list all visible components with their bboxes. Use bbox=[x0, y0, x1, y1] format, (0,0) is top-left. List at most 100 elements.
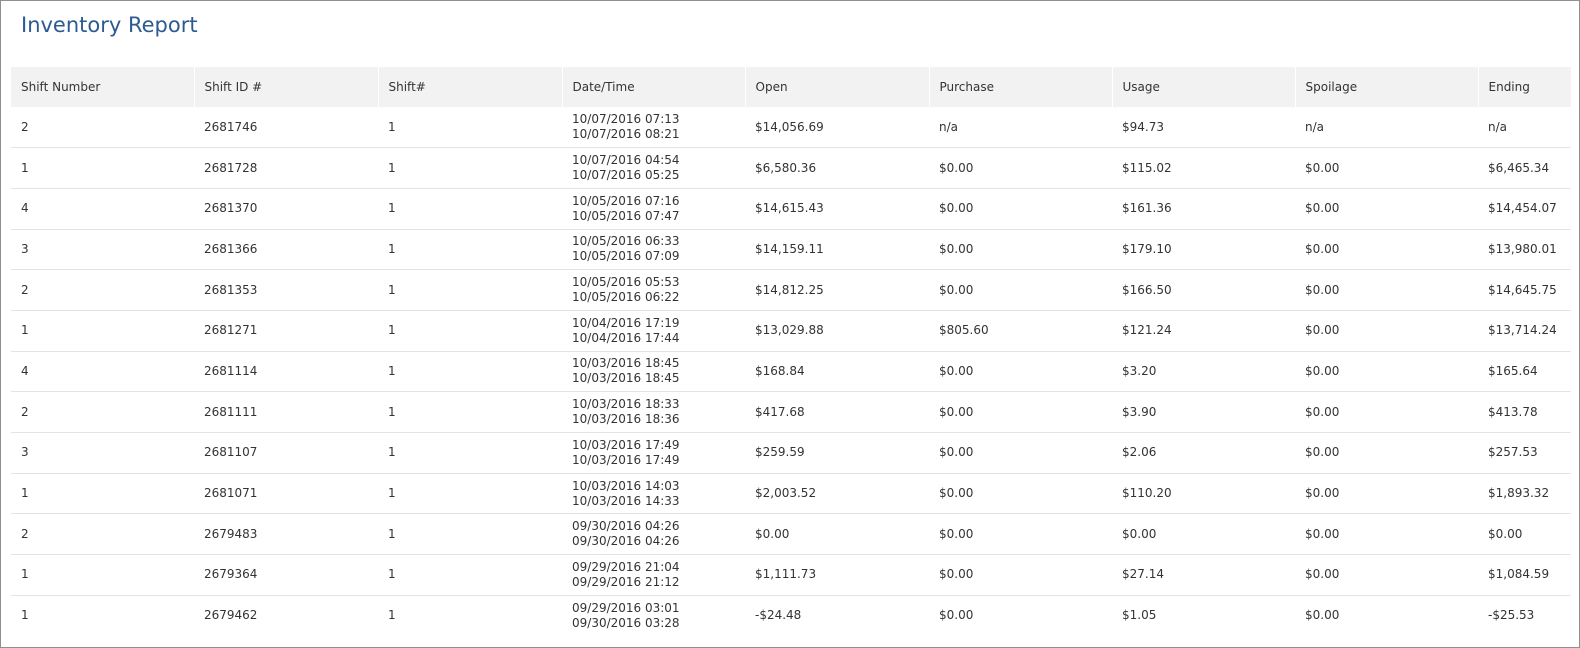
shift-id-cell: 2679483 bbox=[204, 526, 258, 541]
start-time: 10/05/2016 07:16 bbox=[572, 193, 680, 208]
open-cell: $259.59 bbox=[755, 445, 805, 460]
column-header-date-time[interactable]: Date/Time bbox=[562, 67, 746, 107]
table-row[interactable]: 2 2681353 1 10/05/2016 05:53 10/05/2016 06:2… bbox=[11, 270, 1571, 311]
usage-cell: $1.05 bbox=[1122, 608, 1157, 623]
ending-cell: -$25.53 bbox=[1488, 608, 1535, 623]
shift-cell: 1 bbox=[388, 160, 396, 175]
end-time: 09/29/2016 21:12 bbox=[572, 574, 680, 589]
table-row[interactable]: 4 2681114 1 10/03/2016 18:45 10/03/2016 18:4… bbox=[11, 351, 1571, 392]
date-time-cell: 10/05/2016 06:33 10/05/2016 07:09 bbox=[562, 229, 745, 270]
open-cell: $14,615.43 bbox=[755, 201, 824, 216]
shift-number-cell: 3 bbox=[21, 445, 29, 460]
usage-cell: $121.24 bbox=[1122, 323, 1172, 338]
usage-cell: $115.02 bbox=[1122, 160, 1172, 175]
ending-cell: $257.53 bbox=[1488, 445, 1538, 460]
date-time-cell: 10/03/2016 18:45 10/03/2016 18:45 bbox=[562, 351, 745, 392]
date-time-cell: 10/05/2016 05:53 10/05/2016 06:22 bbox=[562, 270, 745, 311]
ending-cell: $13,980.01 bbox=[1488, 241, 1557, 256]
date-time-cell: 09/30/2016 04:26 09/30/2016 04:26 bbox=[562, 514, 745, 555]
shift-id-cell: 2681746 bbox=[204, 119, 258, 134]
shift-cell: 1 bbox=[388, 363, 396, 378]
table-row[interactable]: 2 2679483 1 09/30/2016 04:26 09/30/2016 04:2… bbox=[11, 514, 1571, 555]
column-header-shift-number[interactable]: Shift Number bbox=[11, 67, 195, 107]
shift-cell: 1 bbox=[388, 282, 396, 297]
shift-cell: 1 bbox=[388, 445, 396, 460]
usage-cell: $166.50 bbox=[1122, 282, 1172, 297]
shift-cell: 1 bbox=[388, 323, 396, 338]
start-time: 10/07/2016 07:13 bbox=[572, 112, 680, 127]
spoilage-cell: $0.00 bbox=[1305, 486, 1340, 501]
end-time: 10/03/2016 17:49 bbox=[572, 452, 680, 467]
spoilage-cell: $0.00 bbox=[1305, 160, 1340, 175]
table-row[interactable]: 1 2679364 1 09/29/2016 21:04 09/29/2016 21:1… bbox=[11, 555, 1571, 596]
column-header-spoilage[interactable]: Spoilage bbox=[1295, 67, 1479, 107]
end-time: 10/04/2016 17:44 bbox=[572, 330, 680, 345]
start-time: 10/07/2016 04:54 bbox=[572, 153, 680, 168]
column-header-usage[interactable]: Usage bbox=[1112, 67, 1296, 107]
ending-cell: $6,465.34 bbox=[1488, 160, 1550, 175]
shift-number-cell: 3 bbox=[21, 241, 29, 256]
start-time: 09/30/2016 04:26 bbox=[572, 519, 680, 534]
spoilage-cell: $0.00 bbox=[1305, 201, 1340, 216]
end-time: 10/03/2016 18:45 bbox=[572, 371, 680, 386]
purchase-cell: $0.00 bbox=[939, 445, 974, 460]
start-time: 10/04/2016 17:19 bbox=[572, 315, 680, 330]
start-time: 10/03/2016 18:45 bbox=[572, 356, 680, 371]
spoilage-cell: $0.00 bbox=[1305, 445, 1340, 460]
purchase-cell: $0.00 bbox=[939, 363, 974, 378]
column-header-purchase[interactable]: Purchase bbox=[929, 67, 1113, 107]
usage-cell: $110.20 bbox=[1122, 486, 1172, 501]
table-row[interactable]: 3 2681366 1 10/05/2016 06:33 10/05/2016 07:0… bbox=[11, 229, 1571, 270]
purchase-cell: $0.00 bbox=[939, 201, 974, 216]
table-row[interactable]: 3 2681107 1 10/03/2016 17:49 10/03/2016 17:4… bbox=[11, 433, 1571, 474]
end-time: 09/30/2016 04:26 bbox=[572, 534, 680, 549]
open-cell: $0.00 bbox=[755, 526, 790, 541]
column-header-shift-id[interactable]: Shift ID # bbox=[194, 67, 379, 107]
table-header-row: Shift Number Shift ID # Shift# Date/Time Ope… bbox=[11, 67, 1572, 107]
shift-number-cell: 2 bbox=[21, 404, 29, 419]
column-header-ending[interactable]: Ending bbox=[1478, 67, 1572, 107]
table-row[interactable]: 2 2681746 1 10/07/2016 07:13 10/07/2016 08:2… bbox=[11, 107, 1571, 148]
shift-id-cell: 2679364 bbox=[204, 567, 258, 582]
shift-number-cell: 2 bbox=[21, 119, 29, 134]
open-cell: $14,159.11 bbox=[755, 241, 824, 256]
usage-cell: $3.20 bbox=[1122, 363, 1157, 378]
date-time-cell: 10/05/2016 07:16 10/05/2016 07:47 bbox=[562, 188, 745, 229]
open-cell: $417.68 bbox=[755, 404, 805, 419]
shift-cell: 1 bbox=[388, 241, 396, 256]
usage-cell: $179.10 bbox=[1122, 241, 1172, 256]
ending-cell: $413.78 bbox=[1488, 404, 1538, 419]
spoilage-cell: n/a bbox=[1305, 119, 1325, 134]
start-time: 10/03/2016 17:49 bbox=[572, 437, 680, 452]
open-cell: $14,812.25 bbox=[755, 282, 824, 297]
spoilage-cell: $0.00 bbox=[1305, 608, 1340, 623]
usage-cell: $27.14 bbox=[1122, 567, 1164, 582]
date-time-cell: 10/03/2016 17:49 10/03/2016 17:49 bbox=[562, 433, 745, 474]
spoilage-cell: $0.00 bbox=[1305, 282, 1340, 297]
end-time: 10/07/2016 08:21 bbox=[572, 127, 680, 142]
column-header-shift[interactable]: Shift# bbox=[378, 67, 563, 107]
end-time: 10/05/2016 07:09 bbox=[572, 249, 680, 264]
spoilage-cell: $0.00 bbox=[1305, 567, 1340, 582]
open-cell: $168.84 bbox=[755, 363, 805, 378]
open-cell: $13,029.88 bbox=[755, 323, 824, 338]
open-cell: $2,003.52 bbox=[755, 486, 817, 501]
table-row[interactable]: 1 2679462 1 09/29/2016 03:01 09/30/2016 03:2… bbox=[11, 595, 1571, 636]
shift-id-cell: 2679462 bbox=[204, 608, 258, 623]
shift-cell: 1 bbox=[388, 526, 396, 541]
spoilage-cell: $0.00 bbox=[1305, 241, 1340, 256]
column-header-open[interactable]: Open bbox=[745, 67, 930, 107]
table-row[interactable]: 1 2681728 1 10/07/2016 04:54 10/07/2016 05:2… bbox=[11, 148, 1571, 189]
open-cell: $14,056.69 bbox=[755, 119, 824, 134]
shift-cell: 1 bbox=[388, 201, 396, 216]
shift-id-cell: 2681111 bbox=[204, 404, 258, 419]
end-time: 09/30/2016 03:28 bbox=[572, 615, 680, 630]
table-row[interactable]: 1 2681271 1 10/04/2016 17:19 10/04/2016 17:4… bbox=[11, 310, 1571, 352]
open-cell: $1,111.73 bbox=[755, 567, 817, 582]
table-row[interactable]: 1 2681071 1 10/03/2016 14:03 10/03/2016 14:3… bbox=[11, 473, 1571, 514]
spoilage-cell: $0.00 bbox=[1305, 363, 1340, 378]
purchase-cell: $0.00 bbox=[939, 567, 974, 582]
table-row[interactable]: 2 2681111 1 10/03/2016 18:33 10/03/2016 18:3… bbox=[11, 392, 1571, 433]
table-row[interactable]: 4 2681370 1 10/05/2016 07:16 10/05/2016 07:4… bbox=[11, 188, 1571, 230]
end-time: 10/05/2016 06:22 bbox=[572, 290, 680, 305]
